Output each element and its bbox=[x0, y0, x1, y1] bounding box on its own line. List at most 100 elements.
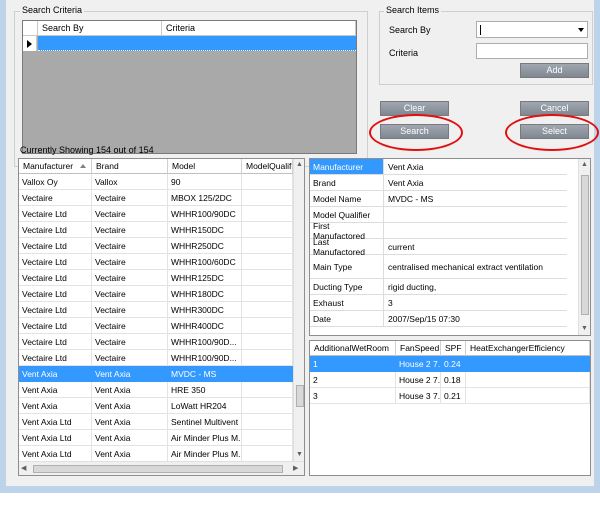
search-by-dropdown[interactable] bbox=[476, 21, 588, 38]
details-panel[interactable]: Manufacturer Vent Axia Brand Vent Axia Model… bbox=[309, 158, 591, 336]
results-hscroll-thumb[interactable] bbox=[33, 465, 283, 473]
table-cell bbox=[242, 190, 293, 206]
table-cell bbox=[242, 382, 293, 398]
add-button[interactable]: Add bbox=[520, 63, 589, 78]
table-row[interactable]: Vent Axia Vent Axia LoWatt HR204 bbox=[19, 398, 293, 414]
table-row[interactable]: Vectaire Ltd Vectaire WHHR100/90DC bbox=[19, 206, 293, 222]
table-cell: Vectaire Ltd bbox=[19, 334, 92, 350]
detail-key: Brand bbox=[310, 175, 384, 190]
search-by-label: Search By bbox=[389, 25, 431, 35]
table-cell: LoWatt HR204 bbox=[168, 398, 242, 414]
detail-row[interactable]: Last Manufactored current bbox=[310, 237, 567, 257]
header-manufacturer[interactable]: Manufacturer bbox=[19, 159, 92, 174]
table-cell bbox=[242, 334, 293, 350]
header-brand[interactable]: Brand bbox=[92, 159, 168, 174]
table-cell: Vent Axia bbox=[92, 414, 168, 430]
scroll-right-icon[interactable]: ▶ bbox=[293, 464, 298, 472]
table-cell: Vectaire Ltd bbox=[19, 286, 92, 302]
table-cell: Vectaire Ltd bbox=[19, 302, 92, 318]
table-row[interactable]: Vectaire Ltd Vectaire WHHR100/90D... bbox=[19, 334, 293, 350]
scroll-down-icon[interactable]: ▼ bbox=[294, 449, 304, 461]
header-heat-exchanger-efficiency[interactable]: HeatExchangerEfficiency bbox=[466, 341, 590, 356]
results-status-text: Currently Showing 154 out of 154 bbox=[20, 145, 154, 155]
table-cell bbox=[242, 398, 293, 414]
criteria-header-criteria[interactable]: Criteria bbox=[162, 21, 356, 36]
detail-row[interactable]: Manufacturer Vent Axia bbox=[310, 159, 567, 175]
detail-key: Model Name bbox=[310, 191, 384, 206]
table-row[interactable]: Vent Axia Vent Axia MVDC - MS bbox=[19, 366, 293, 382]
detail-row[interactable]: Date 2007/Sep/15 07:30 bbox=[310, 311, 567, 327]
table-row[interactable]: Vectaire Ltd Vectaire WHHR180DC bbox=[19, 286, 293, 302]
sort-up-icon bbox=[80, 164, 86, 168]
table-row[interactable]: Vectaire Ltd Vectaire WHHR150DC bbox=[19, 222, 293, 238]
detail-key: Date bbox=[310, 311, 384, 326]
table-row[interactable]: Vallox Oy Vallox 90 bbox=[19, 174, 293, 190]
table-cell: WHHR180DC bbox=[168, 286, 242, 302]
table-row[interactable]: Vectaire Ltd Vectaire WHHR100/60DC bbox=[19, 254, 293, 270]
table-row[interactable]: Vectaire Vectaire MBOX 125/2DC bbox=[19, 190, 293, 206]
table-row[interactable]: 1 House 2 7... 0.24 bbox=[310, 356, 590, 372]
table-cell bbox=[466, 388, 590, 404]
results-scroll-thumb[interactable] bbox=[296, 385, 304, 407]
detail-row[interactable]: Exhaust 3 bbox=[310, 295, 567, 311]
table-row[interactable]: Vent Axia Ltd Vent Axia Air Minder Plus M.… bbox=[19, 430, 293, 446]
details-vertical-scrollbar[interactable]: ▲ ▼ bbox=[578, 159, 590, 335]
table-cell bbox=[466, 356, 590, 372]
scroll-left-icon[interactable]: ◀ bbox=[21, 464, 26, 472]
detail-row[interactable]: Main Type centralised mechanical extract … bbox=[310, 255, 567, 279]
results-horizontal-scrollbar[interactable]: ◀ ▶ bbox=[19, 461, 304, 475]
table-row[interactable]: Vectaire Ltd Vectaire WHHR300DC bbox=[19, 302, 293, 318]
detail-key: Exhaust bbox=[310, 295, 384, 310]
table-cell: Vectaire Ltd bbox=[19, 254, 92, 270]
table-cell bbox=[242, 174, 293, 190]
header-fan-speed[interactable]: FanSpeed bbox=[396, 341, 441, 356]
table-cell bbox=[242, 254, 293, 270]
details-scroll-thumb[interactable] bbox=[581, 175, 589, 315]
table-cell: WHHR100/90D... bbox=[168, 350, 242, 366]
table-cell: Vent Axia bbox=[92, 366, 168, 382]
detail-row[interactable]: Model Name MVDC - MS bbox=[310, 191, 567, 207]
detail-value bbox=[385, 223, 567, 238]
results-vertical-scrollbar[interactable]: ▲ ▼ bbox=[293, 159, 304, 461]
table-row[interactable]: Vent Axia Vent Axia HRE 350 bbox=[19, 382, 293, 398]
detail-row[interactable]: Ducting Type rigid ducting, bbox=[310, 279, 567, 295]
detail-key: Ducting Type bbox=[310, 279, 384, 294]
search-criteria-grid[interactable]: Search By Criteria bbox=[22, 20, 357, 154]
table-row[interactable]: Vent Axia Ltd Vent Axia Sentinel Multivent bbox=[19, 414, 293, 430]
detail-value: MVDC - MS bbox=[388, 193, 434, 204]
detail-value bbox=[385, 207, 567, 222]
header-model[interactable]: Model bbox=[168, 159, 242, 174]
criteria-input[interactable] bbox=[476, 43, 588, 59]
criteria-new-row[interactable] bbox=[38, 36, 356, 51]
table-cell: Vent Axia bbox=[19, 382, 92, 398]
table-cell: Vectaire Ltd bbox=[19, 238, 92, 254]
table-cell: Vent Axia Ltd bbox=[19, 414, 92, 430]
table-cell bbox=[242, 206, 293, 222]
table-row[interactable]: Vectaire Ltd Vectaire WHHR100/90D... bbox=[19, 350, 293, 366]
scroll-down-icon[interactable]: ▼ bbox=[579, 323, 590, 335]
table-cell: Vallox bbox=[92, 174, 168, 190]
header-model-qualifier[interactable]: ModelQualifie bbox=[242, 159, 293, 174]
header-additional-wet-room[interactable]: AdditionalWetRoom bbox=[310, 341, 396, 356]
table-row[interactable]: Vectaire Ltd Vectaire WHHR125DC bbox=[19, 270, 293, 286]
table-row[interactable]: Vent Axia Ltd Vent Axia Air Minder Plus M.… bbox=[19, 446, 293, 462]
header-spf[interactable]: SPF bbox=[441, 341, 466, 356]
table-row[interactable]: Vectaire Ltd Vectaire WHHR250DC bbox=[19, 238, 293, 254]
criteria-header-search-by[interactable]: Search By bbox=[38, 21, 162, 36]
table-cell bbox=[242, 238, 293, 254]
detail-row[interactable]: Brand Vent Axia bbox=[310, 175, 567, 191]
scroll-up-icon[interactable]: ▲ bbox=[579, 159, 590, 171]
table-cell: Vectaire bbox=[92, 350, 168, 366]
table-cell: 0.18 bbox=[441, 372, 466, 388]
table-row[interactable]: 3 House 3 7... 0.21 bbox=[310, 388, 590, 404]
table-row[interactable]: 2 House 2 7... 0.18 bbox=[310, 372, 590, 388]
table-cell: Vectaire Ltd bbox=[19, 270, 92, 286]
detail-value: 2007/Sep/15 07:30 bbox=[388, 313, 460, 324]
results-grid[interactable]: Manufacturer Brand Model ModelQualifie V… bbox=[18, 158, 305, 476]
table-cell: Vectaire Ltd bbox=[19, 350, 92, 366]
table-cell: WHHR100/90D... bbox=[168, 334, 242, 350]
table-row[interactable]: Vectaire Ltd Vectaire WHHR400DC bbox=[19, 318, 293, 334]
window-border-left bbox=[0, 0, 6, 493]
scroll-up-icon[interactable]: ▲ bbox=[294, 159, 304, 171]
performance-grid[interactable]: AdditionalWetRoom FanSpeed SPF HeatExcha… bbox=[309, 340, 591, 476]
